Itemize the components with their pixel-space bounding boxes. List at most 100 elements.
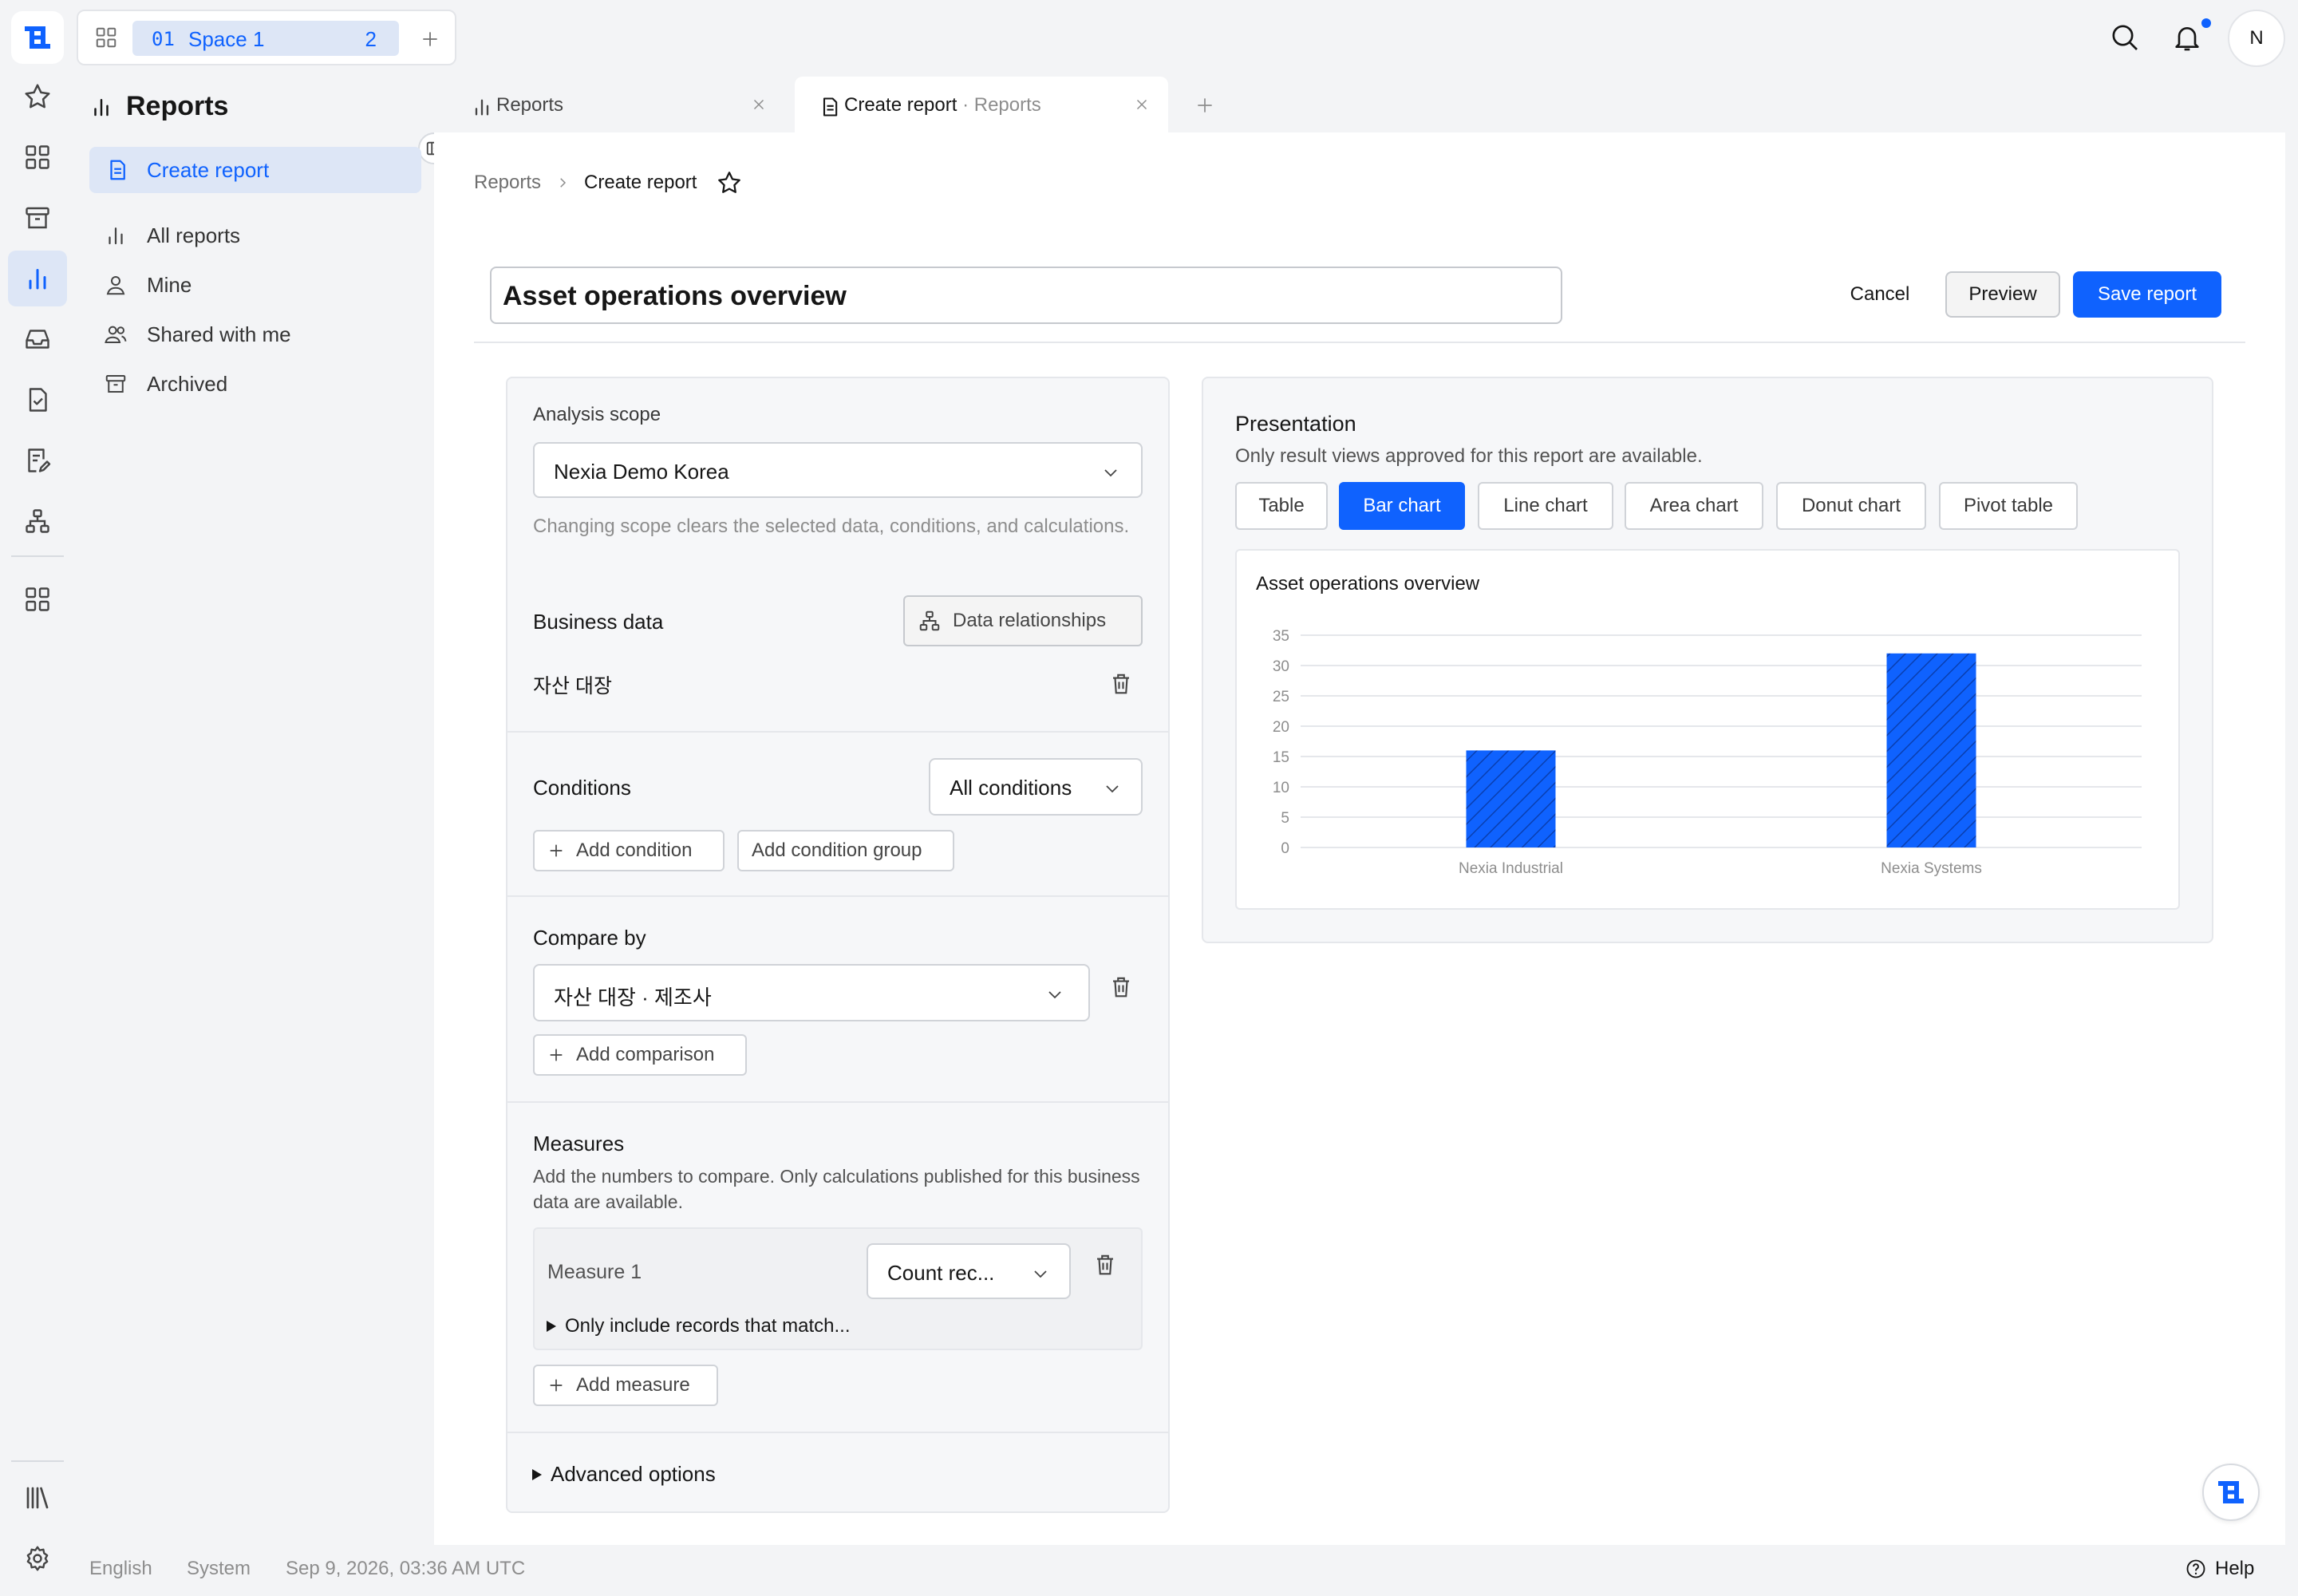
footer-language[interactable]: English [89, 1558, 152, 1580]
footer-theme[interactable]: System [187, 1558, 251, 1580]
save-report-button[interactable]: Save report [2073, 271, 2221, 318]
tab-label: Create report [844, 94, 958, 116]
tab-create-report[interactable]: Create report · Reports [795, 77, 1168, 132]
nav-title-text: Reports [126, 91, 229, 121]
rail-more-apps[interactable] [8, 571, 67, 627]
compare-by-select[interactable]: 자산 대장 · 제조사 [533, 964, 1090, 1021]
view-option-pivot-table[interactable]: Pivot table [1939, 482, 2078, 530]
star-icon[interactable] [716, 169, 743, 196]
add-space-button[interactable] [413, 22, 447, 56]
nav-item-all-reports[interactable]: All reports [89, 215, 421, 255]
space-count: 2 [365, 27, 377, 51]
grid-icon [26, 145, 49, 169]
business-data-item: 자산 대장 [533, 675, 612, 697]
y-tick-label: 10 [1273, 780, 1289, 796]
conditions-value: All conditions [950, 776, 1072, 800]
view-option-donut-chart[interactable]: Donut chart [1776, 482, 1926, 530]
remove-business-data-button[interactable] [1106, 669, 1136, 699]
rail-settings[interactable] [8, 1531, 67, 1586]
remove-comparison-button[interactable] [1106, 972, 1136, 1002]
scope-select[interactable]: Nexia Demo Korea [533, 442, 1143, 498]
add-measure-label: Add measure [576, 1374, 690, 1396]
close-icon[interactable] [1133, 96, 1151, 113]
breadcrumb-current: Create report [584, 172, 697, 193]
measure-filter-toggle[interactable]: Only include records that match... [546, 1315, 851, 1337]
rail-edit[interactable] [8, 433, 67, 488]
close-icon[interactable] [750, 96, 768, 113]
app-logo[interactable] [11, 11, 64, 64]
report-title-input[interactable]: Asset operations overview [490, 267, 1562, 324]
archive-icon [105, 375, 126, 393]
cancel-button[interactable]: Cancel [1832, 271, 1928, 318]
help-link[interactable]: Help [2185, 1558, 2254, 1580]
new-tab-button[interactable] [1189, 89, 1221, 121]
y-tick-label: 25 [1273, 689, 1289, 705]
plus-icon [550, 1049, 563, 1061]
breadcrumb-parent[interactable]: Reports [474, 172, 541, 194]
assistant-button[interactable] [2202, 1464, 2260, 1521]
view-option-line-chart[interactable]: Line chart [1478, 482, 1613, 530]
data-relationships-label: Data relationships [953, 610, 1107, 631]
measure-select[interactable]: Count rec... [867, 1243, 1071, 1299]
avatar[interactable]: N [2228, 10, 2285, 67]
presentation-title: Presentation [1235, 412, 1356, 436]
logo-icon [2218, 1481, 2244, 1503]
measures-helper-text: Add the numbers to compare. Only calcula… [533, 1166, 1140, 1212]
bar-nexia-industrial[interactable] [1466, 750, 1556, 847]
rail-inbox[interactable] [8, 311, 67, 367]
section-divider [506, 731, 1170, 733]
app-rail [0, 0, 77, 1596]
tab-label: Reports [496, 94, 564, 116]
rail-archive[interactable] [8, 190, 67, 246]
archive-icon [26, 207, 49, 229]
chevron-down-icon [1048, 991, 1061, 999]
footer-datetime: Sep 9, 2026, 03:36 AM UTC [286, 1558, 526, 1579]
add-condition-button[interactable]: Add condition [533, 830, 725, 871]
advanced-options-toggle[interactable]: Advanced options [531, 1462, 716, 1487]
search-button[interactable] [2106, 19, 2143, 56]
rail-divider [11, 555, 64, 557]
view-option-bar-chart[interactable]: Bar chart [1339, 482, 1465, 530]
rail-tasks[interactable] [8, 372, 67, 428]
measure-value: Count rec... [887, 1261, 995, 1285]
conditions-label: Conditions [533, 776, 631, 800]
add-condition-label: Add condition [576, 839, 693, 861]
rail-reports[interactable] [8, 251, 67, 306]
view-option-table[interactable]: Table [1235, 482, 1328, 530]
logo-icon [25, 26, 50, 49]
document-icon [110, 160, 125, 180]
remove-measure-button[interactable] [1090, 1250, 1120, 1280]
nav-item-archived[interactable]: Archived [89, 364, 421, 404]
bell-icon [2175, 27, 2199, 51]
nav-item-label: All reports [147, 223, 241, 247]
nav-item-mine[interactable]: Mine [89, 265, 421, 305]
bar-nexia-systems[interactable] [1886, 653, 1976, 847]
preview-button[interactable]: Preview [1945, 271, 2060, 318]
space-grid-icon[interactable] [94, 26, 118, 49]
rail-library[interactable] [8, 1470, 67, 1526]
hierarchy-icon [26, 509, 49, 533]
view-option-area-chart[interactable]: Area chart [1625, 482, 1763, 530]
help-label: Help [2215, 1558, 2255, 1579]
grid-icon [26, 587, 49, 611]
add-comparison-button[interactable]: Add comparison [533, 1034, 747, 1076]
nav-item-shared[interactable]: Shared with me [89, 314, 421, 354]
nav-item-create-report[interactable]: Create report [89, 147, 421, 193]
chevron-down-icon [1034, 1270, 1047, 1278]
tab-reports[interactable]: Reports [447, 77, 782, 132]
add-measure-button[interactable]: Add measure [533, 1365, 718, 1406]
y-tick-label: 15 [1273, 749, 1289, 766]
document-icon [823, 97, 838, 117]
conditions-select[interactable]: All conditions [929, 758, 1143, 816]
users-icon [105, 326, 127, 343]
star-icon [25, 84, 50, 109]
rail-favorites[interactable] [8, 69, 67, 124]
plus-icon [550, 1379, 563, 1392]
search-icon [2112, 25, 2138, 50]
rail-apps[interactable] [8, 129, 67, 185]
rail-hierarchy[interactable] [8, 493, 67, 549]
space-tab[interactable]: 01 Space 1 2 [132, 21, 399, 56]
bar-chart-icon [109, 227, 123, 245]
data-relationships-button[interactable]: Data relationships [903, 595, 1143, 646]
add-condition-group-button[interactable]: Add condition group [737, 830, 954, 871]
